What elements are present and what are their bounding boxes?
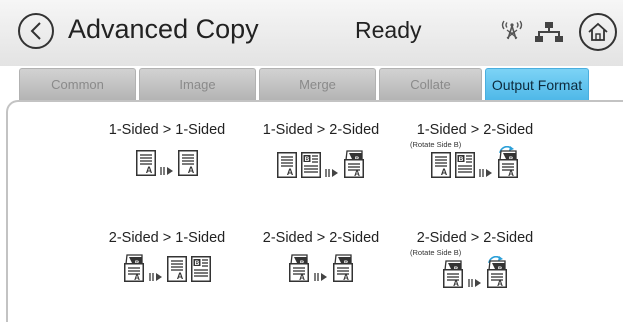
page-side-a-icon: A bbox=[136, 150, 156, 176]
option-icons: A A bbox=[97, 150, 237, 176]
svg-text:B: B bbox=[195, 260, 200, 267]
arrow-right-icon bbox=[160, 167, 173, 175]
option-1sided-to-1sided[interactable]: 1-Sided > 1-Sided A A bbox=[97, 122, 237, 186]
tab-label: Collate bbox=[410, 77, 451, 92]
option-icons: A B BA bbox=[405, 146, 545, 178]
option-1sided-to-2sided-rotate[interactable]: 1-Sided > 2-Sided (Rotate Side B) A B BA bbox=[405, 122, 545, 186]
svg-text:A: A bbox=[287, 167, 294, 177]
duplex-page-icon: BA bbox=[333, 254, 353, 282]
header-bar: Advanced Copy Ready bbox=[0, 0, 623, 66]
tab-label: Merge bbox=[299, 77, 336, 92]
svg-text:A: A bbox=[343, 273, 349, 282]
duplex-page-icon: BA bbox=[443, 260, 463, 288]
svg-text:A: A bbox=[441, 167, 448, 177]
option-1sided-to-2sided[interactable]: 1-Sided > 2-Sided A B BA bbox=[251, 122, 391, 186]
svg-text:A: A bbox=[299, 273, 305, 282]
option-icons: A B BA bbox=[251, 150, 391, 178]
arrow-right-icon bbox=[149, 273, 162, 281]
page-side-b-icon: B bbox=[191, 256, 211, 282]
page-title: Advanced Copy bbox=[68, 14, 259, 44]
chevron-left-icon bbox=[30, 22, 41, 40]
option-2sided-to-2sided[interactable]: 2-Sided > 2-Sided BA BA bbox=[251, 230, 391, 290]
arrow-right-icon bbox=[468, 279, 481, 287]
svg-text:B: B bbox=[305, 156, 310, 163]
option-icons: BA A B bbox=[97, 254, 237, 282]
svg-text:A: A bbox=[188, 165, 195, 175]
option-icons: BA BA bbox=[251, 254, 391, 282]
option-2sided-to-2sided-rotate[interactable]: 2-Sided > 2-Sided (Rotate Side B) BA BA bbox=[405, 230, 545, 292]
page-side-a-icon: A bbox=[277, 152, 297, 178]
tab-collate[interactable]: Collate bbox=[379, 68, 482, 100]
home-button[interactable] bbox=[579, 13, 617, 51]
option-label: 1-Sided > 2-Sided bbox=[416, 122, 534, 138]
tab-merge[interactable]: Merge bbox=[259, 68, 376, 100]
page-side-a-icon: A bbox=[431, 152, 451, 178]
wireless-signal-icon bbox=[501, 20, 523, 40]
status-text: Ready bbox=[355, 17, 422, 43]
svg-text:A: A bbox=[177, 271, 184, 281]
tab-image[interactable]: Image bbox=[139, 68, 256, 100]
svg-text:A: A bbox=[497, 279, 503, 288]
option-icons: BA BA bbox=[405, 256, 545, 288]
duplex-page-rotated-icon: BA bbox=[498, 146, 518, 178]
option-label: 2-Sided > 2-Sided bbox=[416, 230, 534, 246]
tab-label: Image bbox=[179, 77, 216, 92]
arrow-right-icon bbox=[325, 169, 338, 177]
svg-text:A: A bbox=[453, 279, 459, 288]
network-icon bbox=[535, 22, 563, 42]
home-icon bbox=[588, 22, 608, 41]
page-side-b-icon: B bbox=[301, 152, 321, 178]
tab-common[interactable]: Common bbox=[19, 68, 136, 100]
page-side-a-icon: A bbox=[178, 150, 198, 176]
tab-label: Common bbox=[51, 77, 104, 92]
tab-label: Output Format bbox=[491, 76, 583, 93]
option-label: 2-Sided > 1-Sided bbox=[108, 230, 226, 246]
page-side-b-icon: B bbox=[455, 152, 475, 178]
svg-text:A: A bbox=[134, 273, 140, 282]
option-label: 1-Sided > 1-Sided bbox=[108, 122, 226, 138]
option-label: 1-Sided > 2-Sided bbox=[262, 122, 380, 138]
duplex-page-icon: BA bbox=[289, 254, 309, 282]
duplex-page-icon: BA bbox=[124, 254, 144, 282]
svg-text:A: A bbox=[354, 169, 360, 178]
page-side-a-icon: A bbox=[167, 256, 187, 282]
back-button[interactable] bbox=[18, 13, 54, 49]
arrow-right-icon bbox=[479, 169, 492, 177]
svg-text:A: A bbox=[508, 169, 514, 178]
duplex-page-icon: BA bbox=[344, 150, 364, 178]
option-2sided-to-1sided[interactable]: 2-Sided > 1-Sided BA A B bbox=[97, 230, 237, 290]
svg-text:B: B bbox=[459, 156, 464, 163]
arrow-right-icon bbox=[314, 273, 327, 281]
svg-text:A: A bbox=[146, 165, 153, 175]
tab-output-format[interactable]: Output Format bbox=[485, 68, 589, 100]
duplex-page-rotated-icon: BA bbox=[487, 256, 507, 288]
option-label: 2-Sided > 2-Sided bbox=[262, 230, 380, 246]
